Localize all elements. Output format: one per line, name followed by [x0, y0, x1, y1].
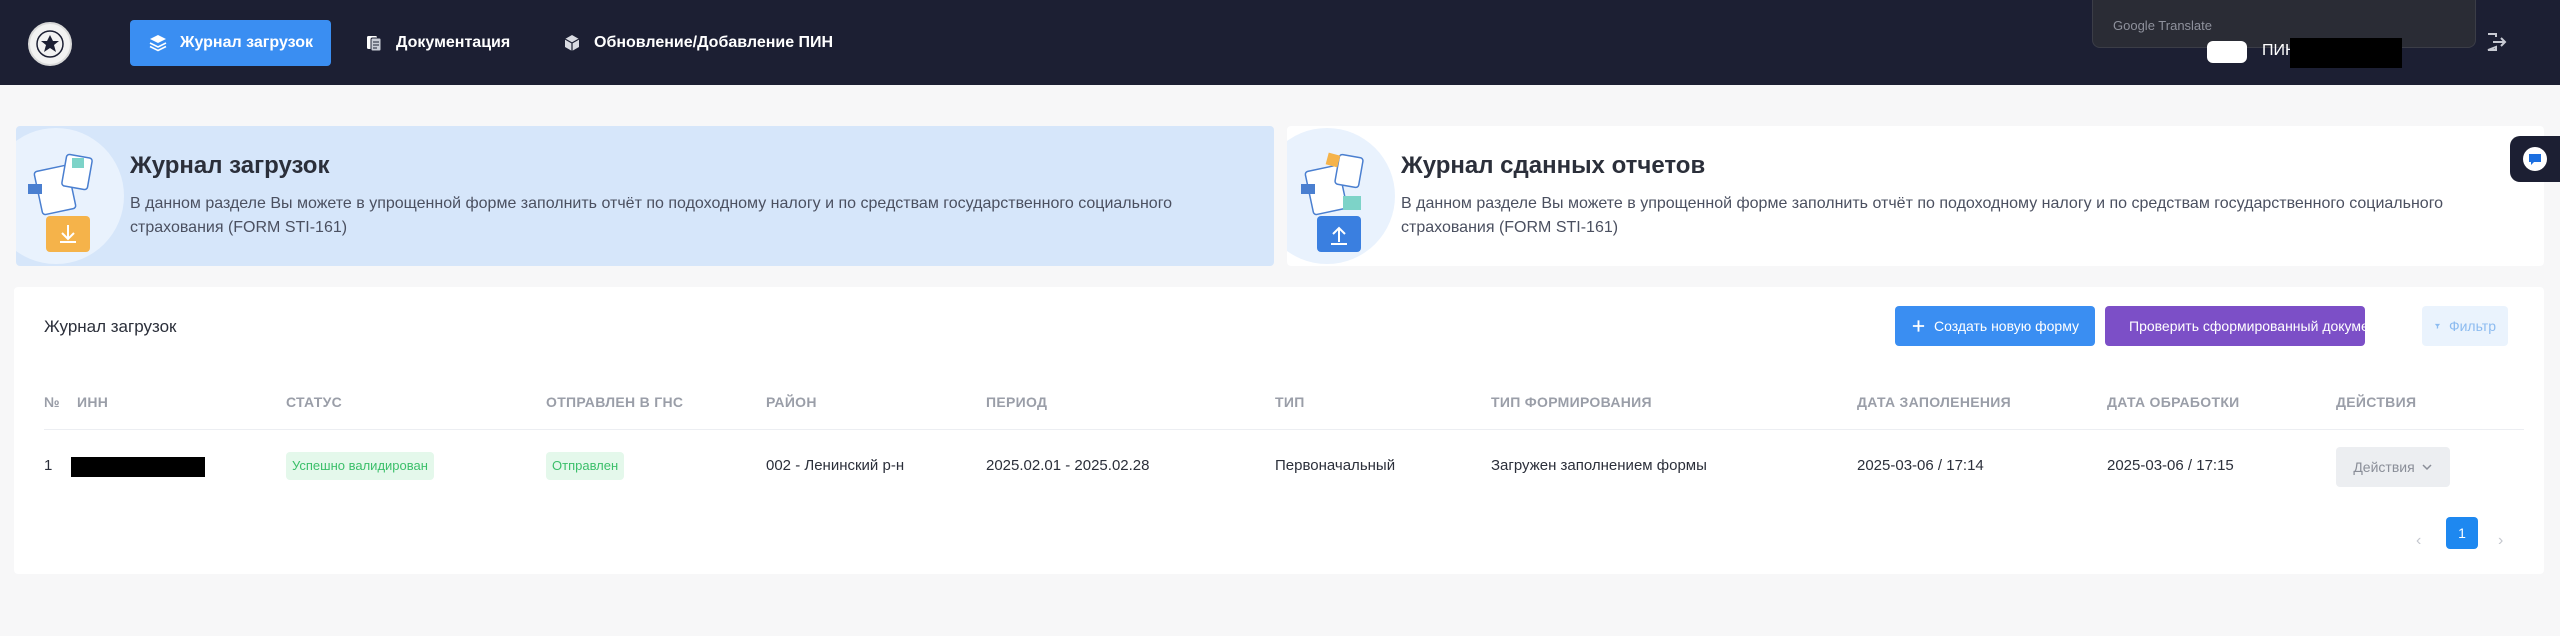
sent-badge: Отправлен: [546, 452, 625, 480]
hero-card-submitted-reports: Журнал сданных отчетов В данном разделе …: [1287, 126, 2544, 266]
nav-pin-update[interactable]: Обновление/Добавление ПИН: [544, 20, 851, 66]
check-document-button[interactable]: Проверить сформированный документ: [2105, 306, 2383, 346]
upload-journal-panel: Журнал загрузок Создать новую форму Пров…: [14, 287, 2544, 574]
create-form-button[interactable]: Создать новую форму: [1895, 306, 2095, 346]
header-divider: [44, 429, 2524, 430]
inn-value-redacted: [71, 457, 205, 477]
nav-documentation[interactable]: Документация: [346, 20, 528, 66]
col-header-process-date: ДАТА ОБРАБОТКИ: [2107, 394, 2240, 410]
col-header-sent-gns: ОТПРАВЛЕН В ГНС: [546, 394, 684, 410]
filter-label: Фильтр: [2448, 318, 2496, 334]
chevron-down-icon: [2422, 464, 2432, 471]
col-header-number: №: [44, 394, 60, 410]
pagination-next[interactable]: ›: [2498, 532, 2503, 550]
emblem-icon: [36, 30, 64, 58]
col-header-formation-type: ТИП ФОРМИРОВАНИЯ: [1491, 394, 1652, 410]
col-header-district: РАЙОН: [766, 394, 817, 410]
col-header-fill-date: ДАТА ЗАПОЛЕНЕНИЯ: [1857, 394, 2012, 410]
hero-card-upload-journal: Журнал загрузок В данном разделе Вы може…: [16, 126, 1274, 266]
logout-icon[interactable]: [2484, 30, 2508, 54]
status-badge: Успешно валидирован: [286, 452, 434, 480]
google-translate-popup: Google Translate: [2092, 0, 2476, 48]
col-header-status: СТАТУС: [286, 394, 343, 410]
create-form-label: Создать новую форму: [1933, 318, 2079, 334]
pagination-prev[interactable]: ‹: [2416, 532, 2421, 550]
chat-icon: [2523, 147, 2547, 171]
nav-pin-update-label: Обновление/Добавление ПИН: [594, 34, 834, 51]
download-folder-icon: [16, 128, 124, 264]
google-translate-label: Google Translate: [2113, 18, 2213, 33]
hero-description: В данном разделе Вы можете в упрощенной …: [130, 195, 1173, 236]
check-document-label: Проверить сформированный документ: [2129, 318, 2383, 334]
fill-date-cell: 2025-03-06 / 17:14: [1857, 457, 1984, 474]
top-navbar: Журнал загрузок Документация Обновление/…: [0, 0, 2560, 85]
actions-label: Действия: [2353, 459, 2415, 475]
theme-toggle[interactable]: [2207, 41, 2247, 63]
process-date-cell: 2025-03-06 / 17:15: [2107, 457, 2234, 474]
col-header-period: ПЕРИОД: [986, 394, 1048, 410]
filter-icon: [2434, 323, 2441, 329]
col-header-actions: ДЕЙСТВИЯ: [2336, 394, 2417, 410]
filter-button[interactable]: Фильтр: [2422, 306, 2508, 346]
nav-upload-journal-label: Журнал загрузок: [180, 34, 313, 51]
row-number: 1: [44, 457, 53, 474]
hero-title: Журнал загрузок: [130, 152, 330, 179]
formation-type-cell: Загружен заполнением формы: [1491, 457, 1707, 474]
cube-icon: [564, 35, 580, 51]
type-cell: Первоначальный: [1275, 457, 1396, 474]
nav-upload-journal[interactable]: Журнал загрузок: [130, 20, 331, 66]
hero-title: Журнал сданных отчетов: [1401, 152, 1706, 179]
pin-value-redacted: [2290, 38, 2402, 68]
col-header-inn: ИНН: [77, 394, 109, 410]
documents-icon: [367, 36, 382, 52]
period-cell: 2025.02.01 - 2025.02.28: [986, 457, 1150, 474]
nav-documentation-label: Документация: [396, 34, 511, 51]
district-cell: 002 - Ленинский р-н: [766, 457, 905, 474]
hero-description: В данном разделе Вы можете в упрощенной …: [1401, 195, 2444, 236]
plus-icon: [1912, 320, 1925, 332]
col-header-type: ТИП: [1275, 394, 1305, 410]
panel-title: Журнал загрузок: [44, 317, 177, 336]
state-emblem-logo[interactable]: [28, 22, 72, 66]
upload-folder-icon: [1287, 128, 1395, 264]
pagination-page[interactable]: 1: [2446, 517, 2478, 549]
support-chat-button[interactable]: [2510, 136, 2560, 182]
layers-icon: [149, 35, 167, 52]
actions-dropdown[interactable]: Действия: [2336, 447, 2450, 487]
